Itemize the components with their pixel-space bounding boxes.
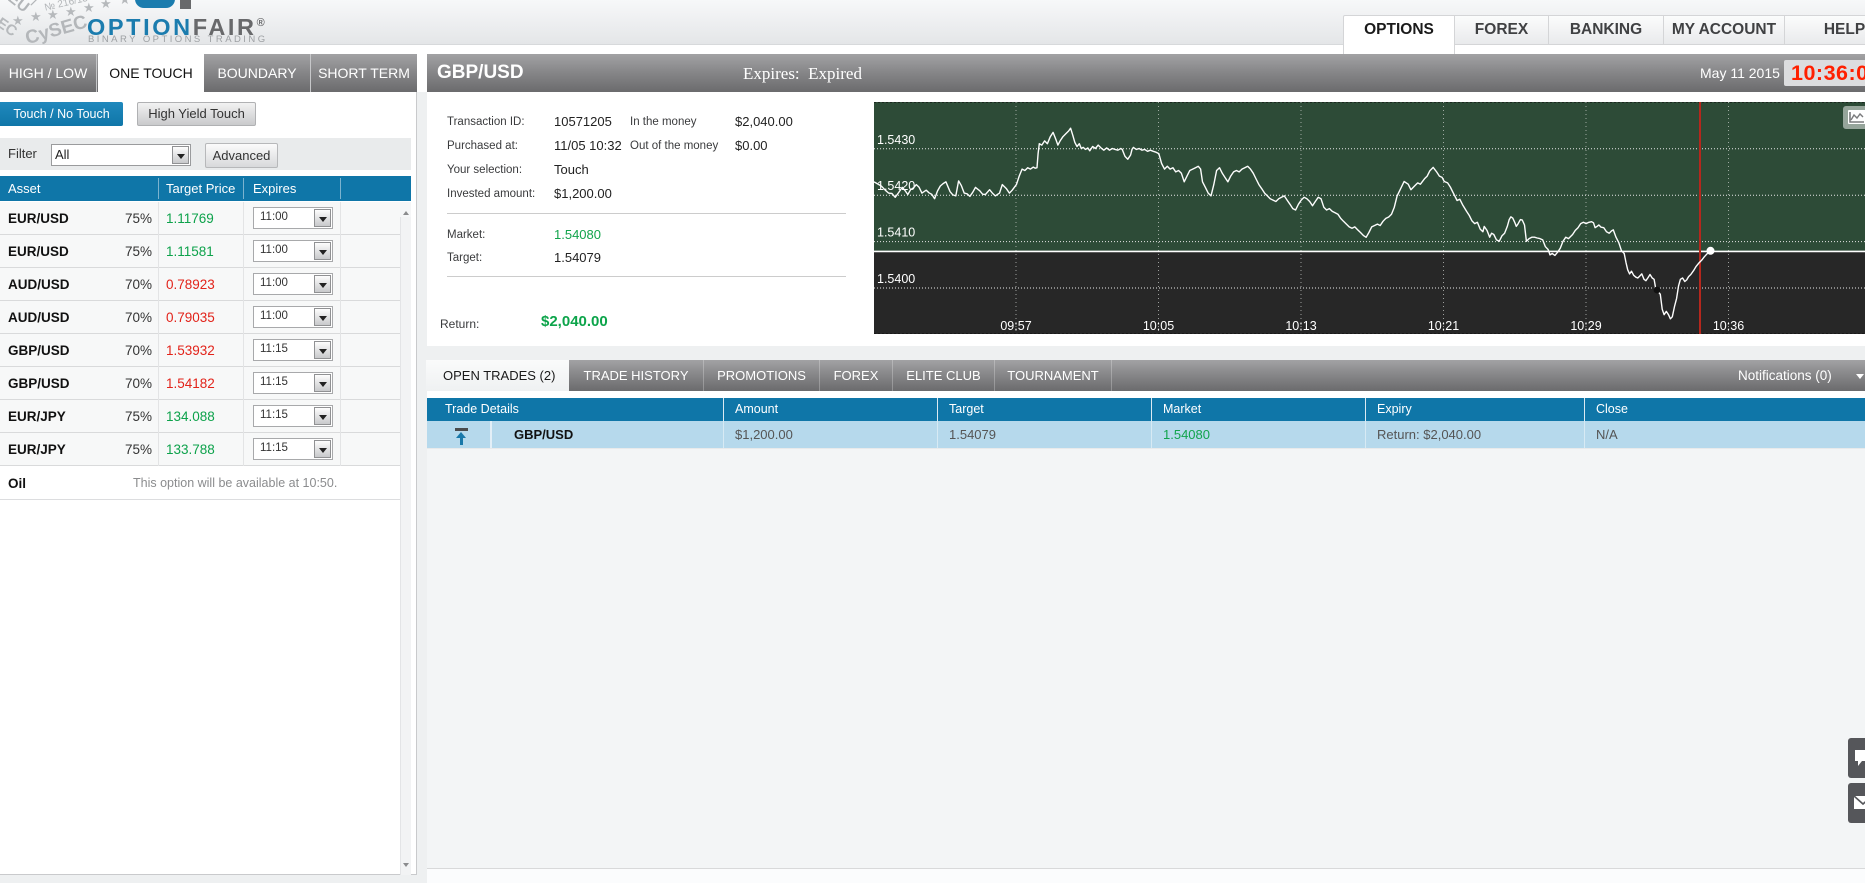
svg-text:10:13: 10:13 [1285, 319, 1316, 333]
svg-text:09:57: 09:57 [1000, 319, 1031, 333]
svg-text:10:05: 10:05 [1143, 319, 1174, 333]
svg-text:1.5410: 1.5410 [877, 226, 915, 240]
svg-text:10:36: 10:36 [1713, 319, 1744, 333]
svg-text:1.5420: 1.5420 [877, 179, 915, 193]
svg-text:1.5430: 1.5430 [877, 133, 915, 147]
svg-text:10:29: 10:29 [1570, 319, 1601, 333]
svg-text:1.5400: 1.5400 [877, 272, 915, 286]
svg-text:10:21: 10:21 [1428, 319, 1459, 333]
